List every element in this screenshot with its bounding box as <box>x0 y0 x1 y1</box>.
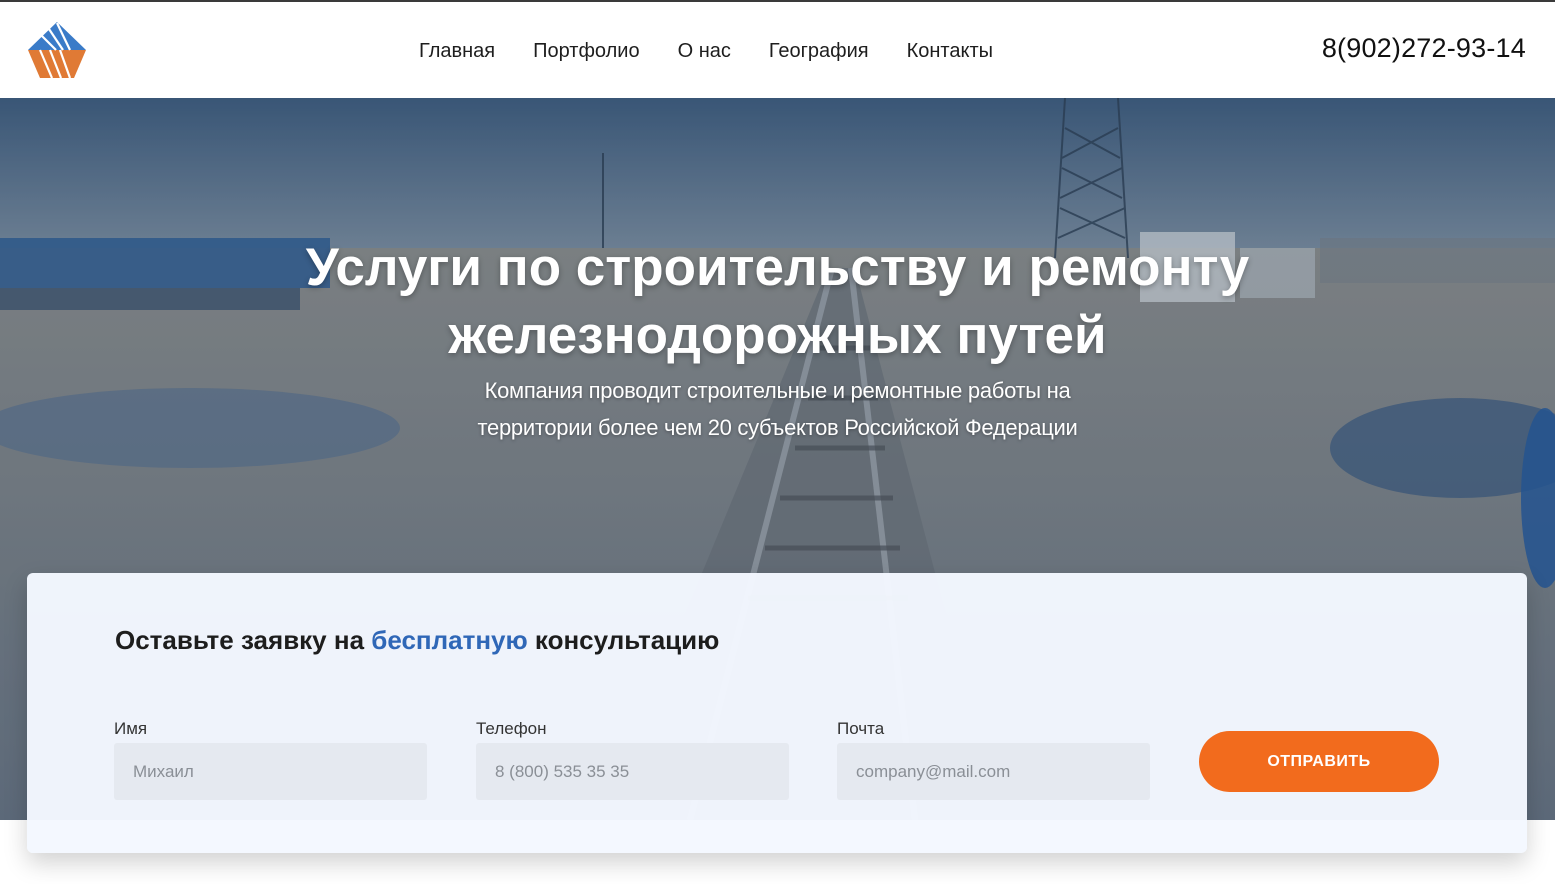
site-header: Главная Портфолио О нас География Контак… <box>0 2 1555 98</box>
form-heading-text: Оставьте заявку на <box>115 625 372 655</box>
form-heading: Оставьте заявку на бесплатную консультац… <box>115 625 719 656</box>
nav-link-portfolio[interactable]: Портфолио <box>533 38 639 66</box>
nav-link-home[interactable]: Главная <box>419 38 495 66</box>
hero-title-line: железнодорожных путей <box>448 306 1107 365</box>
nav-link-geography[interactable]: География <box>769 38 869 66</box>
nav-link-about[interactable]: О нас <box>678 38 731 66</box>
hero-subtitle-line: Компания проводит строительные и ремонтн… <box>484 378 1071 403</box>
phone-label: Телефон <box>476 719 547 738</box>
submit-button[interactable]: ОТПРАВИТЬ <box>1199 731 1439 792</box>
hero-subtitle: Компания проводит строительные и ремонтн… <box>0 372 1555 446</box>
form-heading-text: консультацию <box>527 625 720 655</box>
phone-field-group: Телефон <box>476 719 789 800</box>
name-label: Имя <box>114 719 148 738</box>
header-phone[interactable]: 8(902)272-93-14 <box>1322 33 1526 64</box>
nav-link-contacts[interactable]: Контакты <box>907 38 993 66</box>
company-logo-icon[interactable] <box>26 20 88 80</box>
consultation-form: Оставьте заявку на бесплатную консультац… <box>27 573 1527 853</box>
form-heading-accent: бесплатную <box>371 625 528 655</box>
hero-title: Услуги по строительству и ремонту железн… <box>0 234 1555 370</box>
name-input[interactable] <box>114 743 427 800</box>
main-nav: Главная Портфолио О нас География Контак… <box>419 38 1031 66</box>
email-label: Почта <box>837 719 885 738</box>
email-input[interactable] <box>837 743 1150 800</box>
name-field-group: Имя <box>114 719 427 800</box>
email-field-group: Почта <box>837 719 1150 800</box>
hero-subtitle-line: территории более чем 20 субъектов Россий… <box>477 415 1078 440</box>
hero-title-line: Услуги по строительству и ремонту <box>305 238 1250 297</box>
phone-input[interactable] <box>476 743 789 800</box>
